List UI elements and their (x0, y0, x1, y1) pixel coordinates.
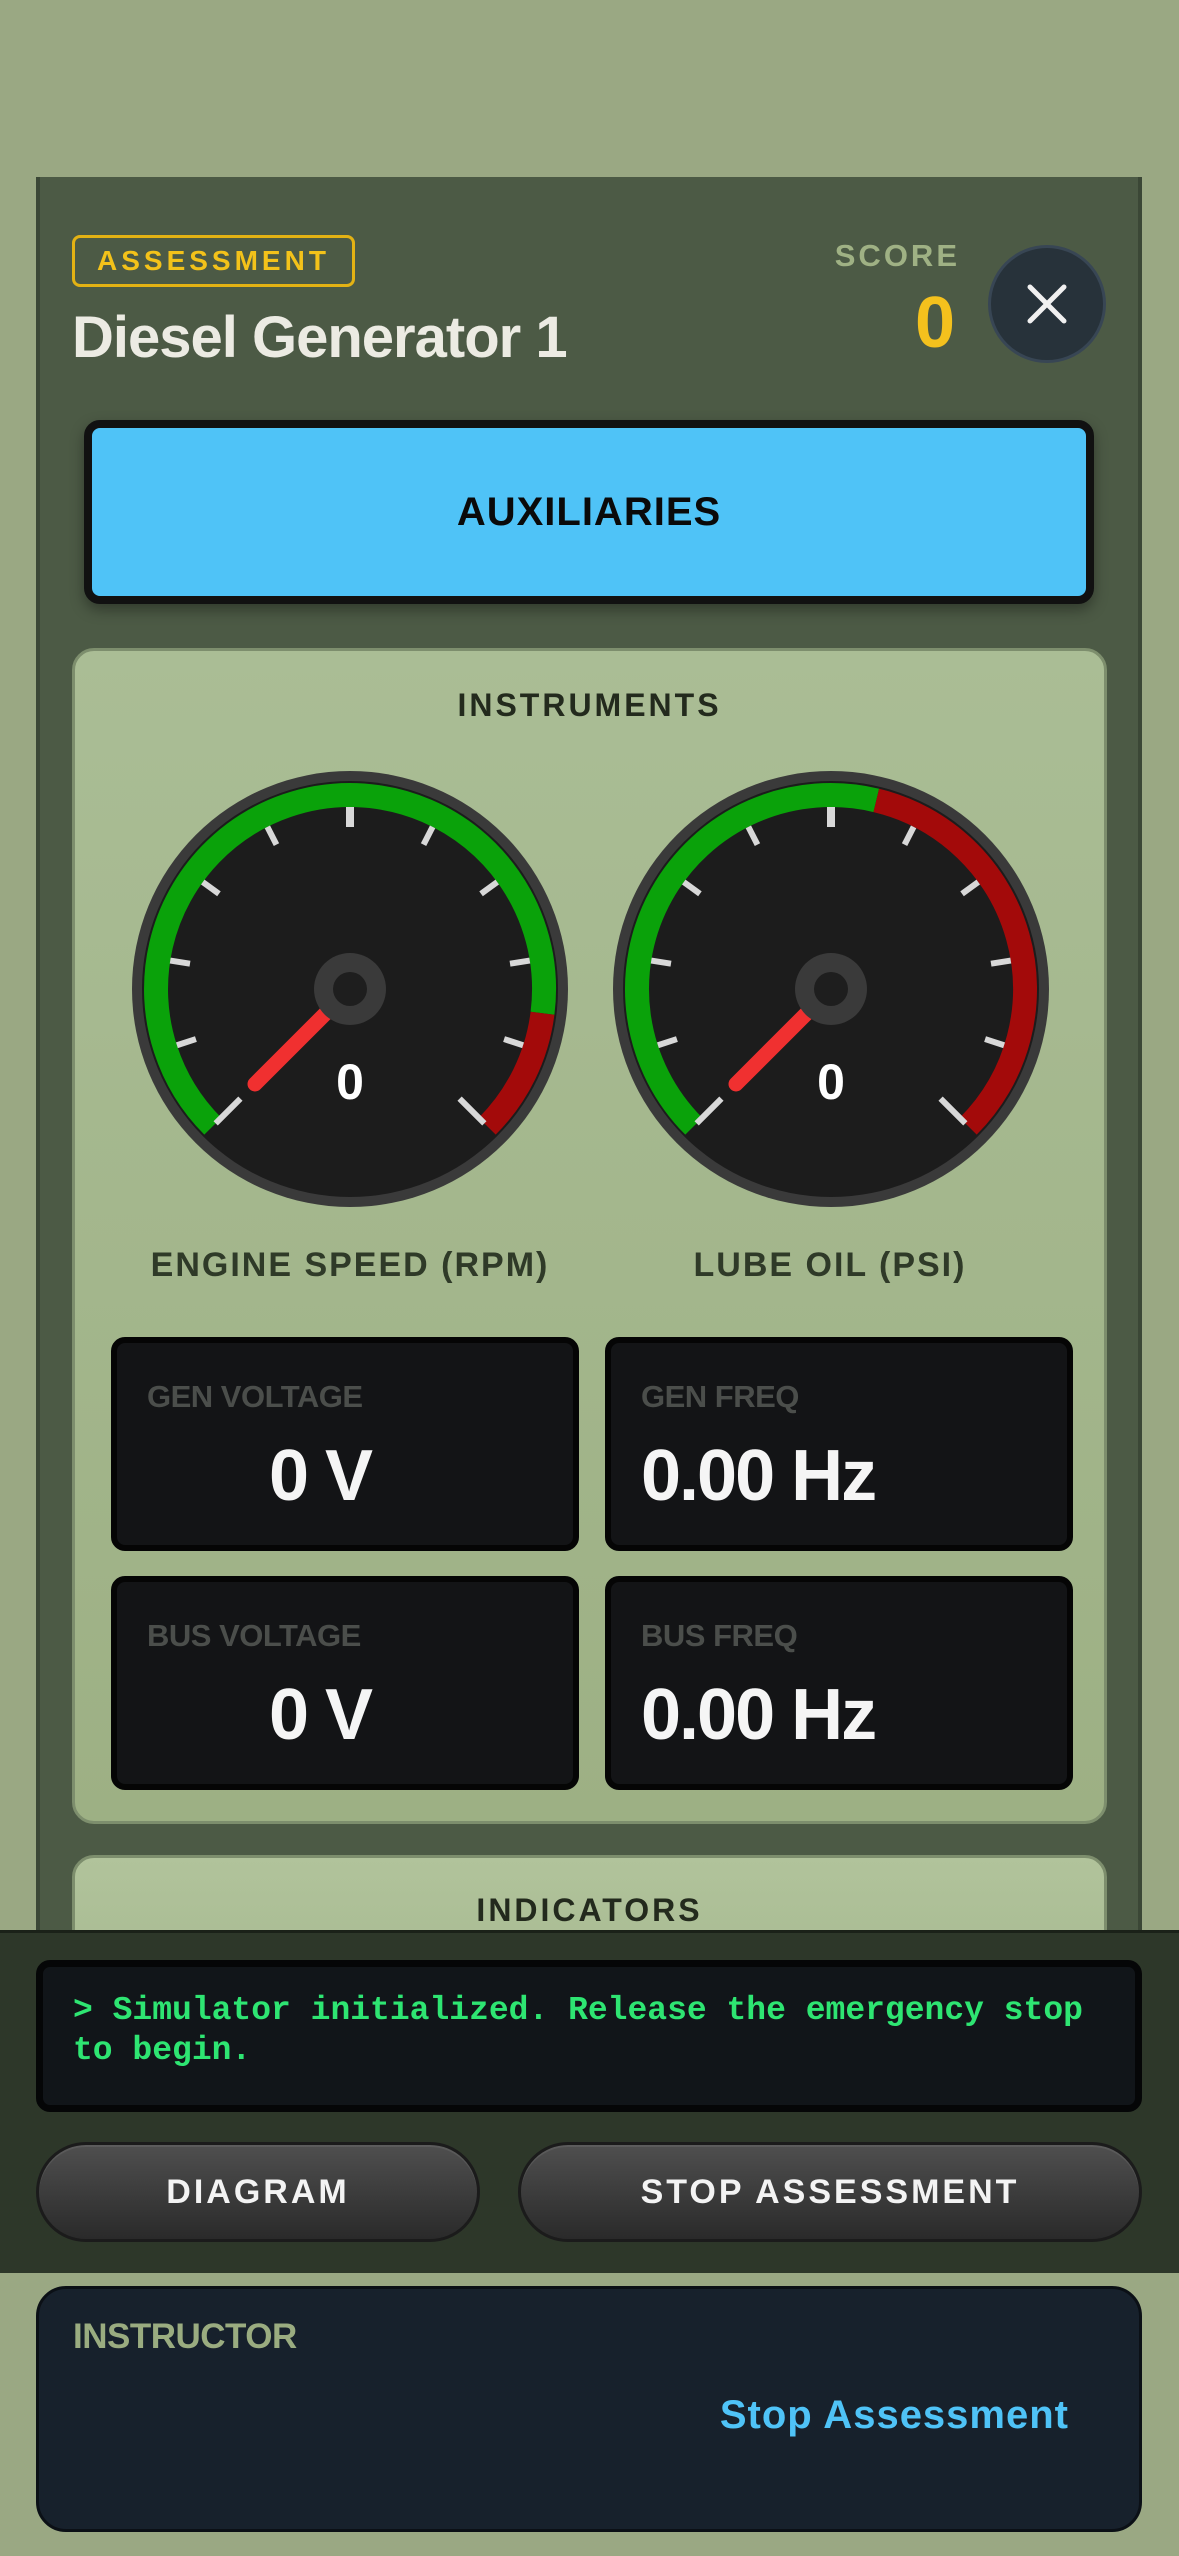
instruments-title: INSTRUMENTS (457, 687, 722, 723)
close-icon (1027, 284, 1067, 324)
stop-assessment-button[interactable]: STOP ASSESSMENT (518, 2142, 1142, 2242)
gauge-tick (509, 957, 531, 967)
indicators-title: INDICATORS (476, 1892, 703, 1928)
engine-speed-gauge: 0 (132, 771, 568, 1207)
gen-voltage-readout: GEN VOLTAGE 0 V (111, 1337, 579, 1551)
lube-oil-gauge: 0 (613, 771, 1049, 1207)
instructor-panel: INSTRUCTOR Stop Assessment (36, 2286, 1142, 2532)
lube-oil-value: 0 (817, 1054, 845, 1110)
engine-speed-value: 0 (336, 1054, 364, 1110)
auxiliaries-button[interactable]: AUXILIARIES (84, 420, 1094, 604)
instructor-stop-assessment-button[interactable]: Stop Assessment (720, 2393, 1069, 2438)
lube-oil-label: LUBE OIL (PSI) (693, 1246, 967, 1284)
instruments-panel: INSTRUMENTS 0 ENGINE SPEED (RPM) 0 LUBE … (72, 648, 1107, 1824)
readout-label: GEN FREQ (641, 1379, 799, 1414)
gen-freq-readout: GEN FREQ 0.00 Hz (605, 1337, 1073, 1551)
gauge-tick (990, 957, 1012, 967)
diagram-button[interactable]: DIAGRAM (36, 2142, 480, 2242)
readout-value: 0 V (268, 1436, 373, 1516)
gauge-tick (169, 957, 191, 967)
bus-voltage-readout: BUS VOLTAGE 0 V (111, 1576, 579, 1790)
readout-label: BUS VOLTAGE (147, 1618, 361, 1653)
readout-label: BUS FREQ (641, 1618, 798, 1653)
readout-label: GEN VOLTAGE (147, 1379, 363, 1414)
readout-value: 0.00 Hz (641, 1436, 877, 1516)
score-value: 0 (914, 283, 955, 363)
gauge-tick (650, 957, 672, 967)
page-title: Diesel Generator 1 (72, 305, 568, 370)
close-button[interactable] (988, 245, 1106, 363)
score-label: SCORE (834, 238, 960, 273)
readout-value: 0.00 Hz (641, 1675, 877, 1755)
engine-speed-label: ENGINE SPEED (RPM) (150, 1246, 550, 1284)
instructor-label: INSTRUCTOR (73, 2317, 297, 2356)
assessment-badge: ASSESSMENT (72, 235, 355, 287)
bus-freq-readout: BUS FREQ 0.00 Hz (605, 1576, 1073, 1790)
readout-value: 0 V (268, 1675, 373, 1755)
console-output: > Simulator initialized. Release the eme… (36, 1960, 1142, 2112)
